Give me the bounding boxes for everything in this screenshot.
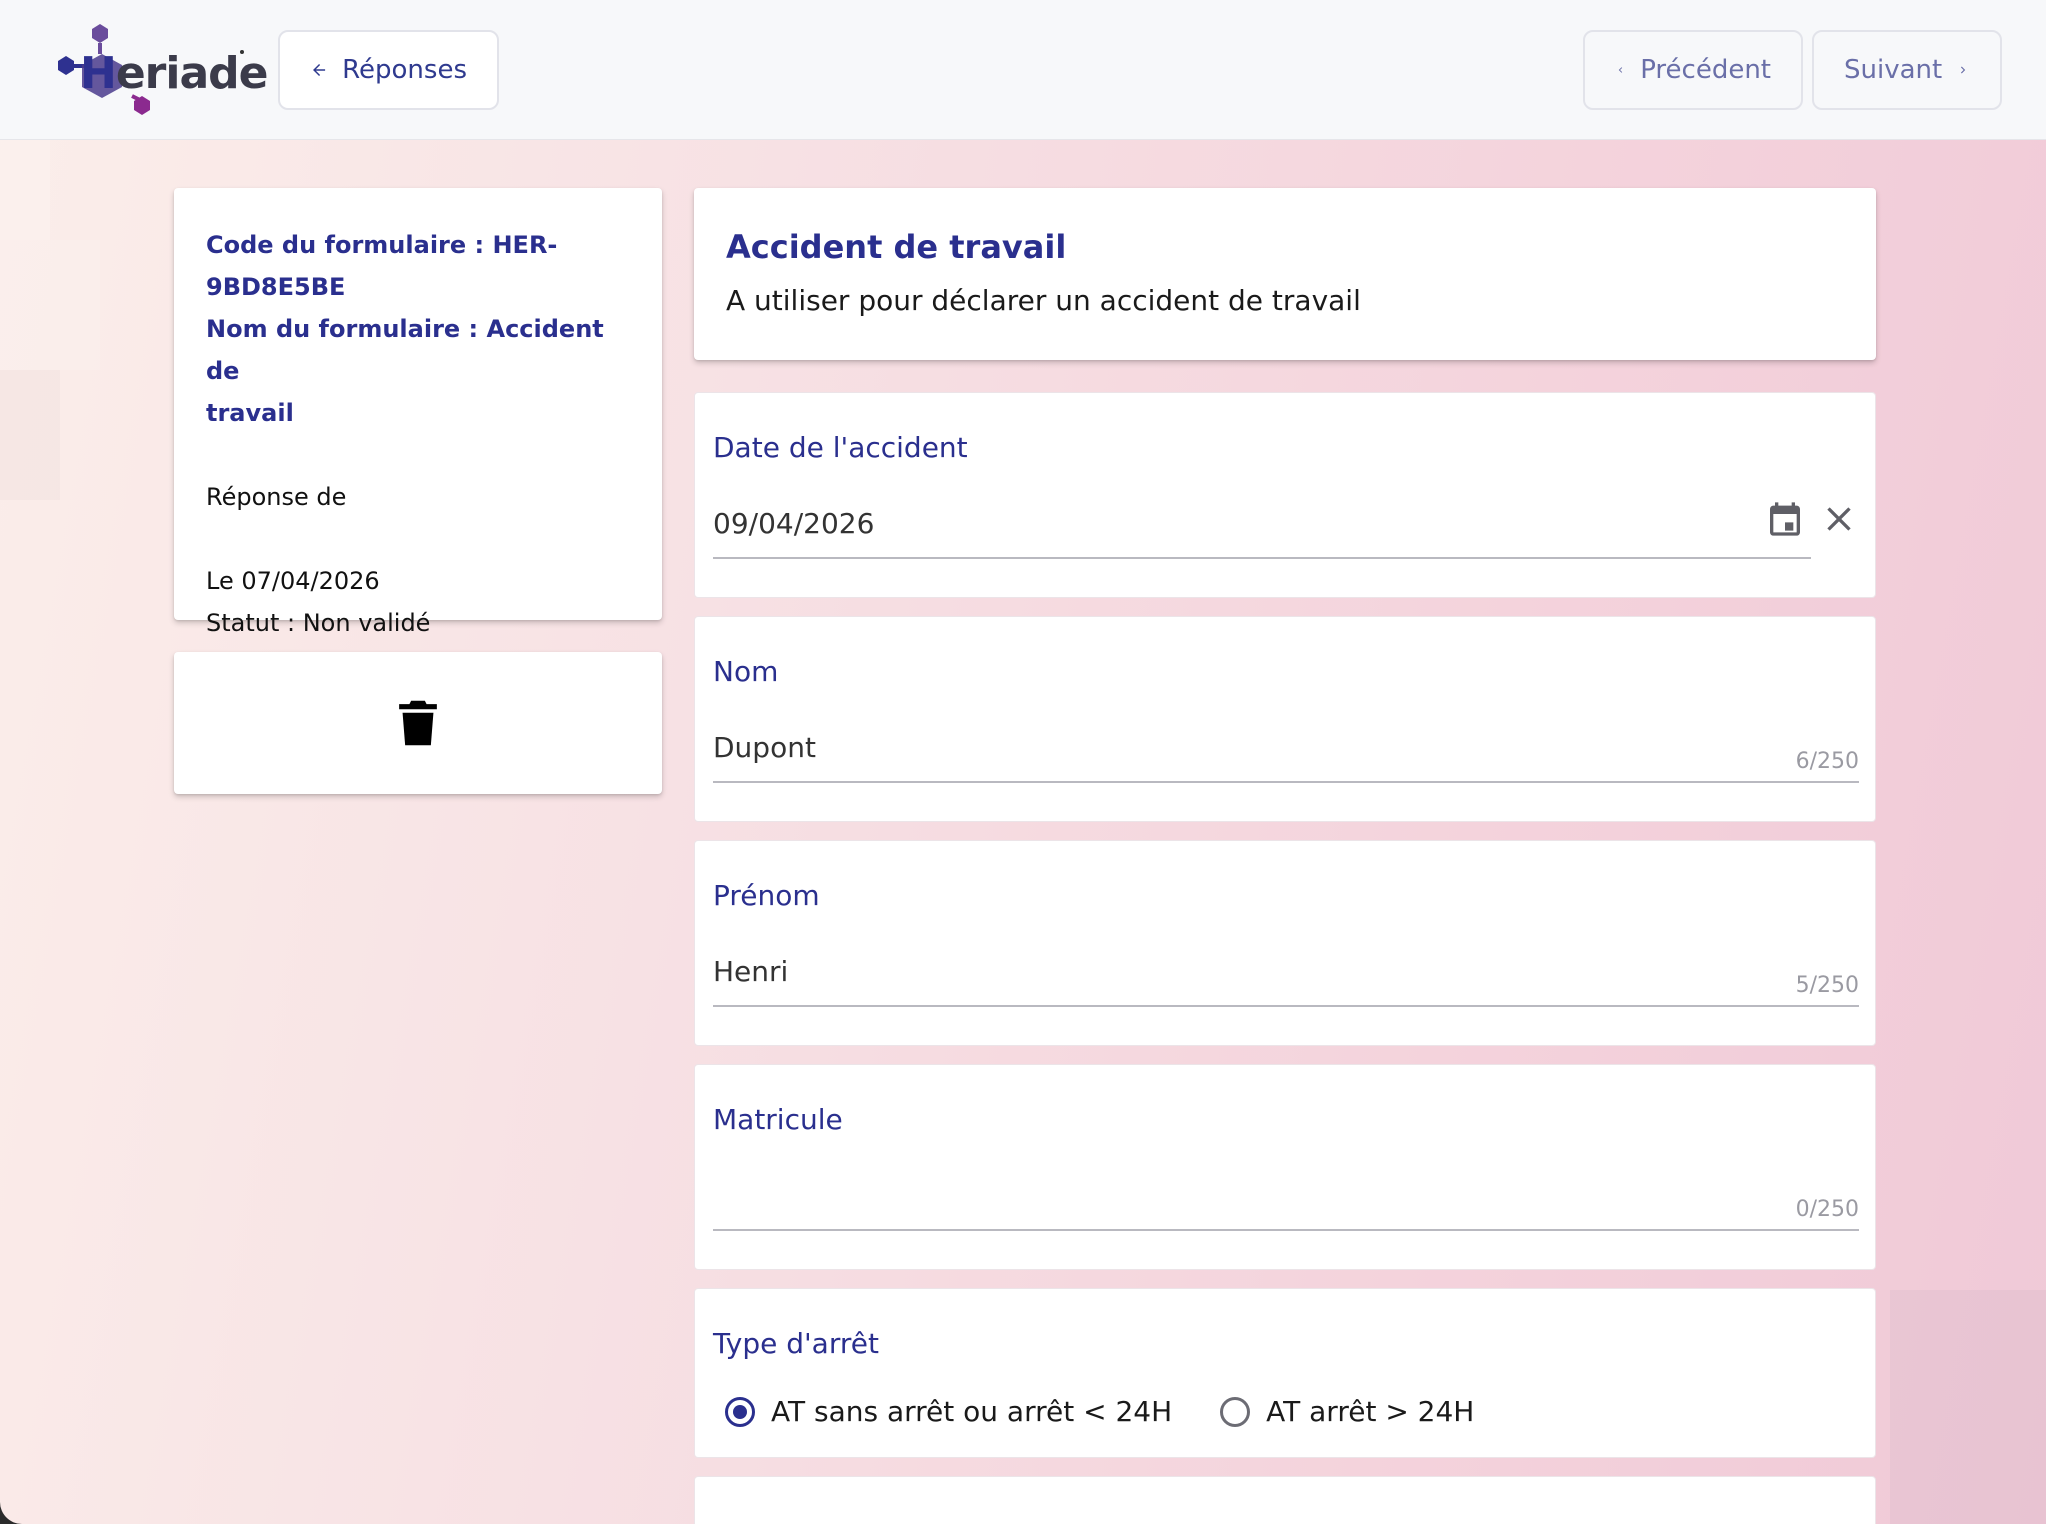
form-title: Accident de travail xyxy=(726,228,1067,266)
field-next-partial xyxy=(694,1476,1876,1524)
field-label: Type d'arrêt xyxy=(713,1327,879,1360)
field-label: Nom xyxy=(713,655,779,688)
previous-label: Précédent xyxy=(1640,55,1771,85)
previous-button[interactable]: Précédent xyxy=(1583,30,1803,110)
char-counter: 0/250 xyxy=(1795,1197,1859,1222)
form-code-line: Code du formulaire : HER- xyxy=(206,231,558,259)
field-stop-type: Type d'arrêt AT sans arrêt ou arrêt < 24… xyxy=(694,1288,1876,1458)
field-first-name: Prénom Henri 5/250 xyxy=(694,840,1876,1046)
chevron-left-icon xyxy=(1618,67,1623,73)
radio-label: AT sans arrêt ou arrêt < 24H xyxy=(771,1395,1173,1428)
field-accident-date: Date de l'accident 09/04/2026 xyxy=(694,392,1876,598)
form-header-card: Accident de travail A utiliser pour décl… xyxy=(694,188,1876,360)
chevron-right-icon xyxy=(1961,66,1966,74)
radio-label: AT arrêt > 24H xyxy=(1266,1395,1475,1428)
form-description: A utiliser pour déclarer un accident de … xyxy=(726,284,1361,317)
last-name-input[interactable]: Dupont 6/250 xyxy=(713,723,1859,783)
response-status: Statut : Non validé xyxy=(206,609,431,637)
field-label: Prénom xyxy=(713,879,820,912)
back-to-responses-button[interactable]: Réponses xyxy=(278,30,499,110)
first-name-input[interactable]: Henri 5/250 xyxy=(713,947,1859,1007)
char-counter: 5/250 xyxy=(1795,973,1859,998)
radio-selected-icon[interactable] xyxy=(725,1396,755,1427)
logo-text: Heriade xyxy=(80,48,268,99)
app-viewport: Heriade Réponses Précédent Suivant Code … xyxy=(0,0,2046,1524)
date-actions xyxy=(1765,499,1859,539)
char-counter: 6/250 xyxy=(1795,749,1859,774)
field-employee-id: Matricule 0/250 xyxy=(694,1064,1876,1270)
date-value: 09/04/2026 xyxy=(713,507,875,540)
field-label: Date de l'accident xyxy=(713,431,968,464)
next-label: Suivant xyxy=(1844,55,1943,85)
first-name-value: Henri xyxy=(713,955,789,988)
radio-option-short[interactable]: AT sans arrêt ou arrêt < 24H xyxy=(725,1395,1172,1428)
close-icon[interactable] xyxy=(1819,499,1859,539)
radio-option-long[interactable]: AT arrêt > 24H xyxy=(1220,1395,1474,1428)
back-label: Réponses xyxy=(342,55,467,85)
heriade-logo[interactable]: Heriade xyxy=(56,20,268,120)
field-label: Matricule xyxy=(713,1103,843,1136)
form-code-value: 9BD8E5BE xyxy=(206,273,346,301)
form-info-card: Code du formulaire : HER- 9BD8E5BE Nom d… xyxy=(174,188,662,637)
form-name-value: travail xyxy=(206,399,294,427)
field-last-name: Nom Dupont 6/250 xyxy=(694,616,1876,822)
response-author: Réponse de xyxy=(206,483,347,511)
arrow-left-icon xyxy=(313,63,326,77)
date-input[interactable]: 09/04/2026 xyxy=(713,499,1851,559)
last-name-value: Dupont xyxy=(713,731,816,764)
delete-card[interactable] xyxy=(174,652,662,794)
top-header: Heriade Réponses Précédent Suivant xyxy=(0,0,2046,140)
stop-type-radio-group: AT sans arrêt ou arrêt < 24H AT arrêt > … xyxy=(725,1395,1474,1428)
form-name-line: Nom du formulaire : Accident de xyxy=(206,315,604,385)
trash-icon[interactable] xyxy=(397,699,439,747)
radio-unselected-icon[interactable] xyxy=(1220,1396,1251,1427)
calendar-icon[interactable] xyxy=(1765,499,1805,539)
next-button[interactable]: Suivant xyxy=(1812,30,2002,110)
employee-id-input[interactable]: 0/250 xyxy=(713,1171,1859,1231)
response-date: Le 07/04/2026 xyxy=(206,567,380,595)
